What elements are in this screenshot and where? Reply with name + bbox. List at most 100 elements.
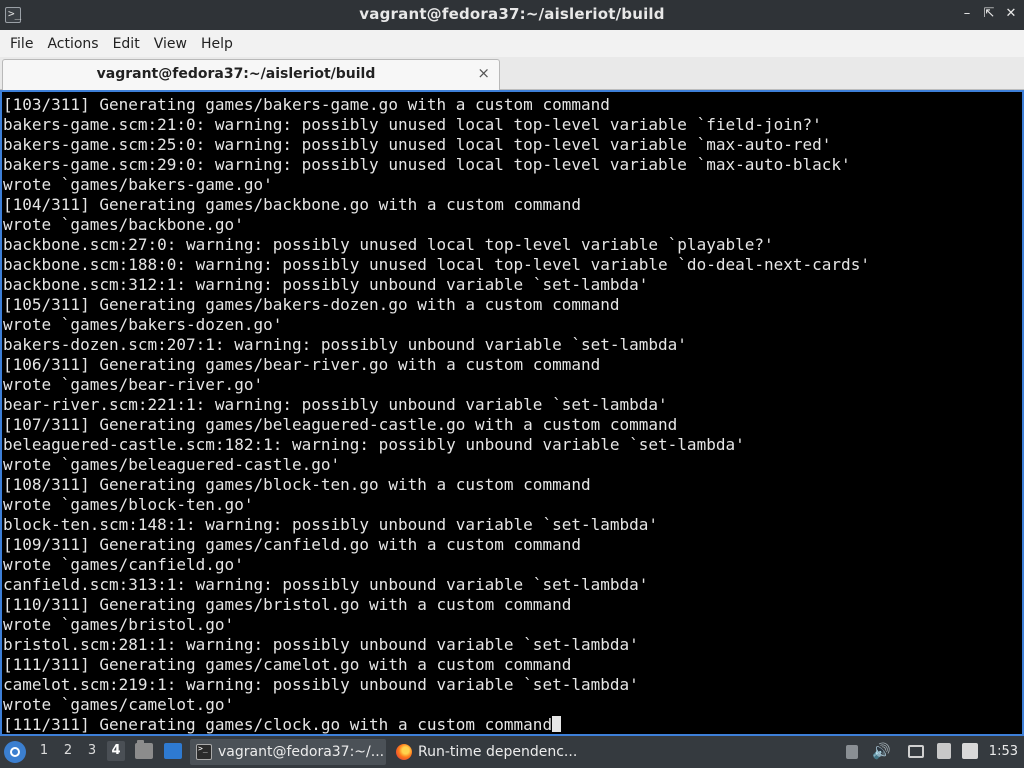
terminal-line: [111/311] Generating games/camelot.go wi…	[3, 655, 870, 675]
terminal-line: [105/311] Generating games/bakers-dozen.…	[3, 295, 870, 315]
terminal-line: bakers-dozen.scm:207:1: warning: possibl…	[3, 335, 870, 355]
terminal-line: bakers-game.scm:29:0: warning: possibly …	[3, 155, 870, 175]
terminal-line-text: wrote `games/canfield.go'	[3, 555, 244, 574]
menu-bar: File Actions Edit View Help	[0, 30, 1024, 57]
terminal-line-text: [104/311] Generating games/backbone.go w…	[3, 195, 581, 214]
menu-edit[interactable]: Edit	[106, 36, 147, 52]
terminal-line-text: wrote `games/backbone.go'	[3, 215, 244, 234]
terminal-line: bear-river.scm:221:1: warning: possibly …	[3, 395, 870, 415]
terminal-line-text: camelot.scm:219:1: warning: possibly unb…	[3, 675, 639, 694]
terminal-line: wrote `games/bakers-game.go'	[3, 175, 870, 195]
terminal-line: [103/311] Generating games/bakers-game.g…	[3, 95, 870, 115]
terminal-output[interactable]: [103/311] Generating games/bakers-game.g…	[0, 90, 1024, 736]
workspace-2[interactable]: 2	[59, 743, 77, 758]
network-icon[interactable]	[908, 745, 924, 758]
terminal-line: wrote `games/canfield.go'	[3, 555, 870, 575]
terminal-line: wrote `games/block-ten.go'	[3, 495, 870, 515]
terminal-tab[interactable]: vagrant@fedora37:~/aisleriot/build ×	[2, 59, 500, 90]
terminal-line: backbone.scm:27:0: warning: possibly unu…	[3, 235, 870, 255]
menu-view[interactable]: View	[147, 36, 194, 52]
terminal-line: wrote `games/backbone.go'	[3, 215, 870, 235]
terminal-line-text: [105/311] Generating games/bakers-dozen.…	[3, 295, 620, 314]
terminal-line-text: bakers-game.scm:25:0: warning: possibly …	[3, 135, 832, 154]
terminal-line-text: beleaguered-castle.scm:182:1: warning: p…	[3, 435, 745, 454]
terminal-line: camelot.scm:219:1: warning: possibly unb…	[3, 675, 870, 695]
terminal-line-text: bear-river.scm:221:1: warning: possibly …	[3, 395, 668, 414]
terminal-line: beleaguered-castle.scm:182:1: warning: p…	[3, 435, 870, 455]
terminal-line-text: [110/311] Generating games/bristol.go wi…	[3, 595, 572, 614]
terminal-line-text: [111/311] Generating games/camelot.go wi…	[3, 655, 572, 674]
terminal-line: [104/311] Generating games/backbone.go w…	[3, 195, 870, 215]
menu-file[interactable]: File	[3, 36, 40, 52]
terminal-line-text: block-ten.scm:148:1: warning: possibly u…	[3, 515, 659, 534]
terminal-line-text: bakers-dozen.scm:207:1: warning: possibl…	[3, 335, 687, 354]
updates-icon[interactable]	[962, 743, 978, 759]
minimize-icon[interactable]: –	[960, 6, 974, 22]
terminal-line-text: wrote `games/bakers-game.go'	[3, 175, 273, 194]
close-icon[interactable]: ✕	[1004, 6, 1018, 22]
terminal-line-text: wrote `games/block-ten.go'	[3, 495, 254, 514]
task-terminal-label: vagrant@fedora37:~/...	[218, 744, 385, 760]
app-menu-icon[interactable]	[4, 741, 26, 763]
terminal-icon	[196, 744, 212, 760]
terminal-line: bakers-game.scm:25:0: warning: possibly …	[3, 135, 870, 155]
workspace-3[interactable]: 3	[83, 743, 101, 758]
terminal-line-text: wrote `games/beleaguered-castle.go'	[3, 455, 341, 474]
terminal-line: wrote `games/bakers-dozen.go'	[3, 315, 870, 335]
workspace-1[interactable]: 1	[35, 743, 53, 758]
terminal-line: wrote `games/bear-river.go'	[3, 375, 870, 395]
tab-close-icon[interactable]: ×	[477, 64, 490, 82]
terminal-lines: [103/311] Generating games/bakers-game.g…	[3, 95, 870, 734]
terminal-line-text: [106/311] Generating games/bear-river.go…	[3, 355, 601, 374]
task-firefox-label: Run-time dependenc...	[418, 744, 578, 760]
screen-lock-icon[interactable]	[846, 745, 858, 759]
terminal-line-text: [107/311] Generating games/beleaguered-c…	[3, 415, 678, 434]
terminal-line-text: bristol.scm:281:1: warning: possibly unb…	[3, 635, 639, 654]
terminal-line-text: wrote `games/bakers-dozen.go'	[3, 315, 283, 334]
terminal-line-text: [103/311] Generating games/bakers-game.g…	[3, 95, 610, 114]
terminal-line: bakers-game.scm:21:0: warning: possibly …	[3, 115, 870, 135]
terminal-line: backbone.scm:312:1: warning: possibly un…	[3, 275, 870, 295]
terminal-line-text: [109/311] Generating games/canfield.go w…	[3, 535, 581, 554]
window-titlebar[interactable]: >_ vagrant@fedora37:~/aisleriot/build – …	[0, 0, 1024, 30]
file-manager-icon[interactable]	[135, 740, 153, 759]
terminal-line-text: backbone.scm:188:0: warning: possibly un…	[3, 255, 870, 274]
workspace-4[interactable]: 4	[107, 741, 125, 761]
terminal-line: wrote `games/beleaguered-castle.go'	[3, 455, 870, 475]
terminal-line-text: bakers-game.scm:29:0: warning: possibly …	[3, 155, 851, 174]
taskbar: 1 2 3 4 vagrant@fedora37:~/... Run-time …	[0, 736, 1024, 768]
terminal-line: canfield.scm:313:1: warning: possibly un…	[3, 575, 870, 595]
task-terminal[interactable]: vagrant@fedora37:~/...	[190, 739, 386, 765]
window-title: vagrant@fedora37:~/aisleriot/build	[359, 5, 665, 23]
tab-label: vagrant@fedora37:~/aisleriot/build	[96, 66, 376, 82]
terminal-line: [111/311] Generating games/clock.go with…	[3, 715, 870, 734]
terminal-line: block-ten.scm:148:1: warning: possibly u…	[3, 515, 870, 535]
volume-icon[interactable]: 🔊	[872, 743, 891, 759]
menu-actions[interactable]: Actions	[40, 36, 105, 52]
terminal-line-text: wrote `games/bristol.go'	[3, 615, 235, 634]
terminal-line-text: [111/311] Generating games/clock.go with…	[3, 715, 553, 734]
terminal-line: [107/311] Generating games/beleaguered-c…	[3, 415, 870, 435]
terminal-line: [106/311] Generating games/bear-river.go…	[3, 355, 870, 375]
terminal-cursor	[552, 716, 562, 732]
maximize-icon[interactable]: ⇱	[982, 6, 996, 22]
clipboard-icon[interactable]	[937, 743, 951, 759]
terminal-line: [108/311] Generating games/block-ten.go …	[3, 475, 870, 495]
terminal-line-text: wrote `games/camelot.go'	[3, 695, 235, 714]
terminal-line: bristol.scm:281:1: warning: possibly unb…	[3, 635, 870, 655]
terminal-line-text: bakers-game.scm:21:0: warning: possibly …	[3, 115, 822, 134]
terminal-line: backbone.scm:188:0: warning: possibly un…	[3, 255, 870, 275]
terminal-line: wrote `games/bristol.go'	[3, 615, 870, 635]
terminal-line: [109/311] Generating games/canfield.go w…	[3, 535, 870, 555]
terminal-line: wrote `games/camelot.go'	[3, 695, 870, 715]
terminal-line-text: backbone.scm:312:1: warning: possibly un…	[3, 275, 649, 294]
clock[interactable]: 1:53	[989, 744, 1018, 759]
terminal-line-text: [108/311] Generating games/block-ten.go …	[3, 475, 591, 494]
menu-help[interactable]: Help	[194, 36, 240, 52]
terminal-line-text: canfield.scm:313:1: warning: possibly un…	[3, 575, 649, 594]
task-firefox[interactable]: Run-time dependenc...	[390, 739, 586, 765]
terminal-line-text: wrote `games/bear-river.go'	[3, 375, 264, 394]
tab-bar: vagrant@fedora37:~/aisleriot/build ×	[0, 57, 1024, 90]
terminal-line-text: backbone.scm:27:0: warning: possibly unu…	[3, 235, 774, 254]
show-desktop-icon[interactable]	[164, 743, 182, 759]
